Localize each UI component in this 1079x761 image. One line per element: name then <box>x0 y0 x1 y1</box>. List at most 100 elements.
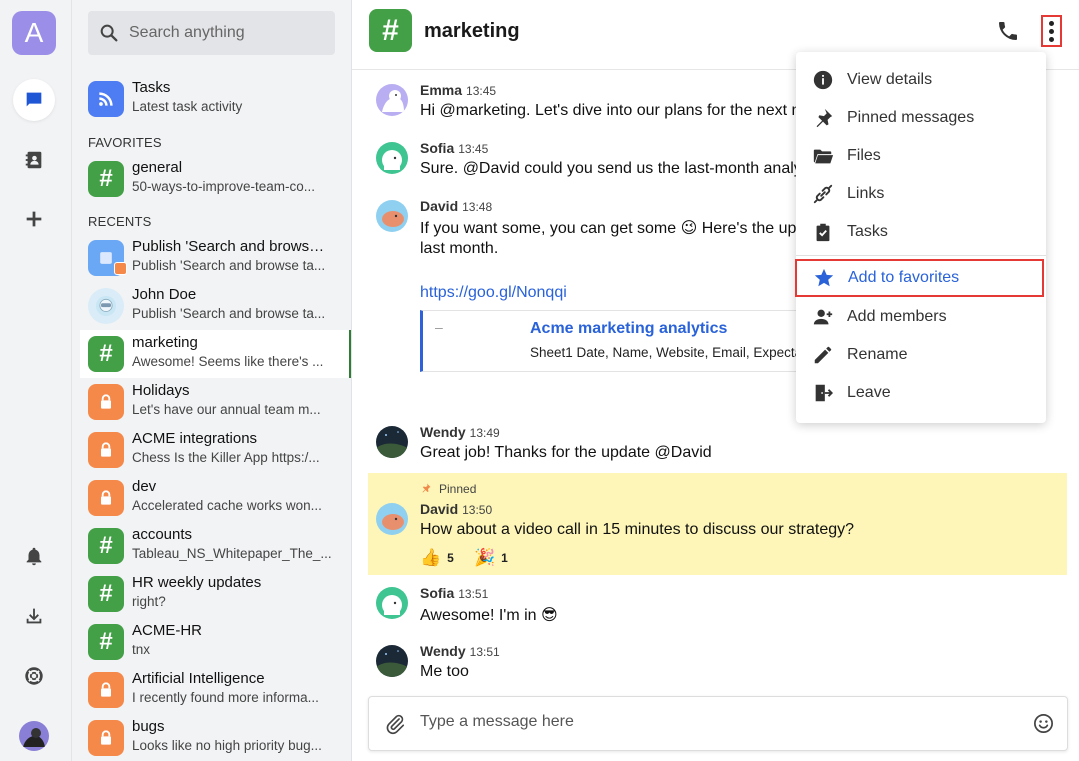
menu-item-rename[interactable]: Rename <box>796 336 1046 374</box>
pin-icon <box>422 483 431 493</box>
sidebar-item-hr-weekly[interactable]: # HR weekly updates right? <box>80 570 351 618</box>
menu-item-tasks[interactable]: Tasks <box>796 213 1046 251</box>
avatar <box>376 142 408 174</box>
item-title: Tasks <box>132 79 171 96</box>
item-subtitle: Publish 'Search and browse ta... <box>132 258 326 273</box>
item-subtitle: Awesome! Seems like there's ... <box>132 354 324 369</box>
sidebar-item-marketing[interactable]: # marketing Awesome! Seems like there's … <box>80 330 351 378</box>
menu-item-add-to-favorites[interactable]: Add to favorites <box>795 259 1044 297</box>
menu-item-pinned-messages[interactable]: Pinned messages <box>796 99 1046 137</box>
sidebar-item-publish-task[interactable]: Publish 'Search and browse ... Publish '… <box>80 234 351 282</box>
item-title: Artificial Intelligence <box>132 670 265 687</box>
help-button[interactable] <box>13 655 55 697</box>
rss-icon <box>88 81 124 117</box>
pin-icon <box>816 108 833 128</box>
item-title: general <box>132 159 183 176</box>
search-box[interactable] <box>88 11 335 55</box>
emoji-icon[interactable] <box>1032 712 1055 735</box>
contacts-nav-button[interactable] <box>13 139 55 181</box>
item-subtitle: Tableau_NS_Whitepaper_The_... <box>132 546 332 561</box>
folder-icon <box>813 149 834 164</box>
sender-name: David 13:48 <box>420 198 493 214</box>
lock-icon <box>88 384 124 420</box>
item-title: HR weekly updates <box>132 574 262 591</box>
lock-icon <box>88 720 124 756</box>
chat-icon <box>26 92 42 107</box>
message-text: If you want some, you can get some 😉 Her… <box>420 220 805 237</box>
sidebar-item-general[interactable]: # general 50-ways-to-improve-team-co... <box>80 155 351 203</box>
user-avatar[interactable] <box>19 721 49 751</box>
item-subtitle: Chess Is the Killer App https:/... <box>132 450 320 465</box>
menu-item-add-members[interactable]: Add members <box>796 298 1046 336</box>
menu-item-files[interactable]: Files <box>796 137 1046 175</box>
sender-name: Wendy 13:49 <box>420 424 500 440</box>
sender-name: Emma 13:45 <box>420 82 497 98</box>
item-subtitle: Let's have our annual team m... <box>132 402 321 417</box>
more-options-button[interactable] <box>1041 15 1062 47</box>
item-subtitle: Accelerated cache works won... <box>132 498 322 513</box>
lifebuoy-icon <box>25 667 43 685</box>
hash-icon: # <box>88 576 124 612</box>
avatar <box>376 645 408 677</box>
lock-icon <box>88 432 124 468</box>
app-rail: A <box>0 0 72 761</box>
avatar <box>376 587 408 619</box>
item-title: Holidays <box>132 382 190 399</box>
message-link[interactable]: https://goo.gl/Nonqqi <box>420 284 567 302</box>
reaction-thumbs-up[interactable]: 👍 5 <box>420 548 454 568</box>
attachment-icon[interactable] <box>384 713 406 735</box>
download-button[interactable] <box>13 595 55 637</box>
phone-icon[interactable] <box>996 19 1020 43</box>
sidebar-item-holidays[interactable]: Holidays Let's have our annual team m... <box>80 378 351 426</box>
item-title: dev <box>132 478 157 495</box>
recents-heading: RECENTS <box>88 214 152 229</box>
avatar <box>376 503 408 535</box>
pencil-icon <box>814 346 832 364</box>
search-input[interactable] <box>129 24 329 42</box>
download-icon <box>26 608 42 624</box>
sender-name: Sofia 13:45 <box>420 140 489 156</box>
sender-name: Wendy 13:51 <box>420 643 500 659</box>
sidebar-item-accounts[interactable]: # accounts Tableau_NS_Whitepaper_The_... <box>80 522 351 570</box>
link-preview-card[interactable]: – Acme marketing analytics Sheet1 Date, … <box>420 310 803 372</box>
notifications-button[interactable] <box>13 535 55 577</box>
menu-item-leave[interactable]: Leave <box>796 374 1046 412</box>
add-person-icon <box>813 309 833 325</box>
workspace-avatar[interactable]: A <box>12 11 56 55</box>
pinned-label: Pinned <box>439 482 477 496</box>
clipboard-icon <box>816 223 830 242</box>
info-icon <box>813 70 833 90</box>
sidebar-item-dev[interactable]: dev Accelerated cache works won... <box>80 474 351 522</box>
sidebar-item-ai[interactable]: Artificial Intelligence I recently found… <box>80 666 351 714</box>
item-subtitle: Looks like no high priority bug... <box>132 738 322 753</box>
item-subtitle: I recently found more informa... <box>132 690 319 705</box>
lock-icon <box>88 672 124 708</box>
menu-item-links[interactable]: Links <box>796 175 1046 213</box>
channel-title[interactable]: marketing <box>424 20 520 43</box>
item-title: accounts <box>132 526 193 543</box>
item-title: John Doe <box>132 286 197 303</box>
card-title[interactable]: Acme marketing analytics <box>530 320 727 338</box>
message-input[interactable] <box>420 713 1000 731</box>
chats-nav-button[interactable] <box>13 79 55 121</box>
message-composer <box>368 696 1068 751</box>
bell-icon <box>26 547 42 566</box>
sidebar-item-acme-integrations[interactable]: ACME integrations Chess Is the Killer Ap… <box>80 426 351 474</box>
kebab-icon <box>1049 20 1054 26</box>
hash-icon: # <box>88 624 124 660</box>
favorites-heading: FAVORITES <box>88 135 162 150</box>
menu-item-view-details[interactable]: View details <box>796 61 1046 99</box>
sender-name: David 13:50 <box>420 501 493 517</box>
channel-hash-icon: # <box>369 9 412 52</box>
message-text: Hi @marketing. Let's dive into our plans… <box>420 102 805 119</box>
new-chat-button[interactable] <box>13 198 55 240</box>
reaction-party[interactable]: 🎉 1 <box>474 548 508 568</box>
sidebar-item-acme-hr[interactable]: # ACME-HR tnx <box>80 618 351 666</box>
item-subtitle: Latest task activity <box>132 99 243 114</box>
sidebar-item-tasks[interactable]: Tasks Latest task activity <box>80 75 351 123</box>
sidebar-item-bugs[interactable]: bugs Looks like no high priority bug... <box>80 714 351 761</box>
card-description: Sheet1 Date, Name, Website, Email, Expec… <box>530 345 803 360</box>
sidebar-item-john-doe[interactable]: John Doe Publish 'Search and browse ta..… <box>80 282 351 330</box>
message-text: How about a video call in 15 minutes to … <box>420 521 855 538</box>
menu-divider <box>796 255 1046 256</box>
